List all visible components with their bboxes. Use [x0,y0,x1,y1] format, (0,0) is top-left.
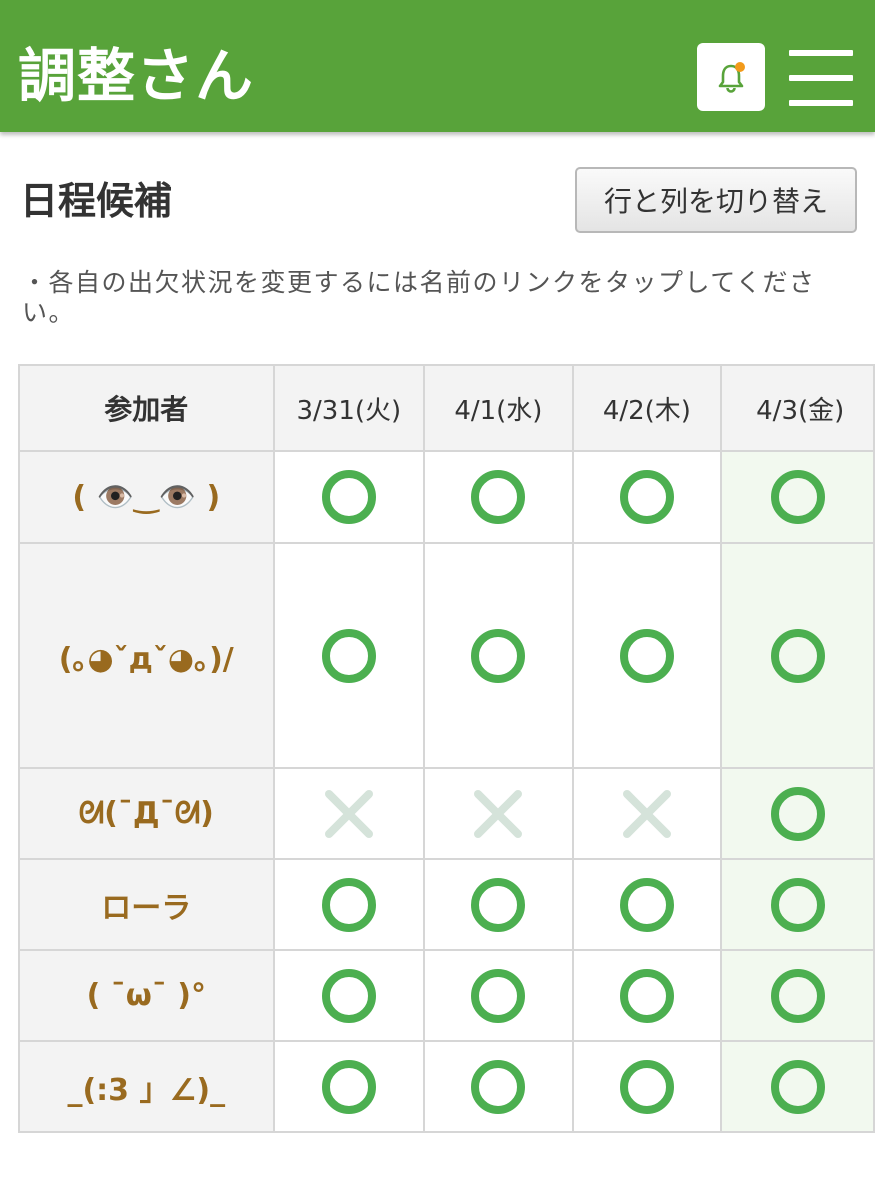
available-circle-icon [770,877,825,932]
attendance-cell [720,542,875,769]
attendance-cell [720,1040,875,1133]
available-circle-icon [770,786,825,841]
attendance-cell [571,450,723,544]
attendance-cell [571,949,723,1042]
available-circle-icon [321,1059,376,1114]
attendance-cell [423,858,574,951]
attendance-cell [423,949,574,1042]
available-circle-icon [321,877,376,932]
notice-text: ・各自の出欠状況を変更するには名前のリンクをタップしてください。 [22,268,816,327]
available-circle-icon [471,628,526,683]
available-circle-icon [321,968,376,1023]
available-circle-icon [770,1059,825,1114]
notification-button[interactable] [697,43,765,111]
table-row: ローラ [18,858,875,951]
schedule-table: 参加者 3/31(火) 4/1(水) 4/2(木) 4/3(金) ( 👁️‿👁️… [18,364,875,1133]
participants-header: 参加者 [18,364,275,452]
table-row: ( 👁️‿👁️ ) [18,450,875,544]
available-circle-icon [619,1059,674,1114]
participant-name-link[interactable]: ( ¯ω¯ )° [18,949,275,1042]
attendance-cell [272,1040,426,1133]
table-row: ᘛ(¯Д¯ᘛ) [18,767,875,860]
attendance-cell [720,450,875,544]
available-circle-icon [471,470,526,524]
table-header-row: 参加者 3/31(火) 4/1(水) 4/2(木) 4/3(金) [18,364,875,452]
attendance-cell [571,1040,723,1133]
attendance-cell [272,858,426,951]
attendance-cell [571,542,723,769]
date-header: 4/1(水) [423,364,574,452]
attendance-cell [720,858,875,951]
available-circle-icon [619,470,674,524]
available-circle-icon [770,968,825,1023]
unavailable-cross-icon [324,789,373,838]
attendance-cell [272,450,426,544]
available-circle-icon [471,968,526,1023]
participant-name-link[interactable]: (｡◕ˇдˇ◕｡)/ [18,542,275,769]
date-header: 4/2(木) [571,364,723,452]
date-header: 4/3(金) [720,364,875,452]
attendance-cell [423,542,574,769]
available-circle-icon [321,470,376,524]
hamburger-menu-icon[interactable] [789,50,853,106]
table-row: _(:3 」∠)_ [18,1040,875,1133]
attendance-cell [272,767,426,860]
available-circle-icon [471,877,526,932]
attendance-cell [571,858,723,951]
attendance-cell [571,767,723,860]
participant-name-link[interactable]: ローラ [18,858,275,951]
available-circle-icon [619,877,674,932]
participant-name-link[interactable]: ( 👁️‿👁️ ) [18,450,275,544]
attendance-cell [423,1040,574,1133]
attendance-cell [423,450,574,544]
date-header: 3/31(火) [272,364,426,452]
attendance-cell [272,542,426,769]
section-title: 日程候補 [20,179,173,223]
table-row: (｡◕ˇдˇ◕｡)/ [18,542,875,769]
available-circle-icon [321,628,376,683]
table-row: ( ¯ω¯ )° [18,949,875,1042]
participant-name-link[interactable]: _(:3 」∠)_ [18,1040,275,1133]
available-circle-icon [770,470,825,524]
available-circle-icon [619,968,674,1023]
app-logo[interactable]: 調整さん [18,36,254,116]
unavailable-cross-icon [622,789,671,838]
app-header: 調整さん [0,0,875,132]
unavailable-cross-icon [474,789,523,838]
attendance-cell [720,767,875,860]
available-circle-icon [619,628,674,683]
participant-name-link[interactable]: ᘛ(¯Д¯ᘛ) [18,767,275,860]
bell-icon [718,62,745,93]
attendance-cell [423,767,574,860]
available-circle-icon [471,1059,526,1114]
switch-rows-columns-button[interactable]: 行と列を切り替え [575,167,857,233]
attendance-cell [272,949,426,1042]
attendance-cell [720,949,875,1042]
available-circle-icon [770,628,825,683]
schedule-table-container[interactable]: 参加者 3/31(火) 4/1(水) 4/2(木) 4/3(金) ( 👁️‿👁️… [18,364,875,1134]
